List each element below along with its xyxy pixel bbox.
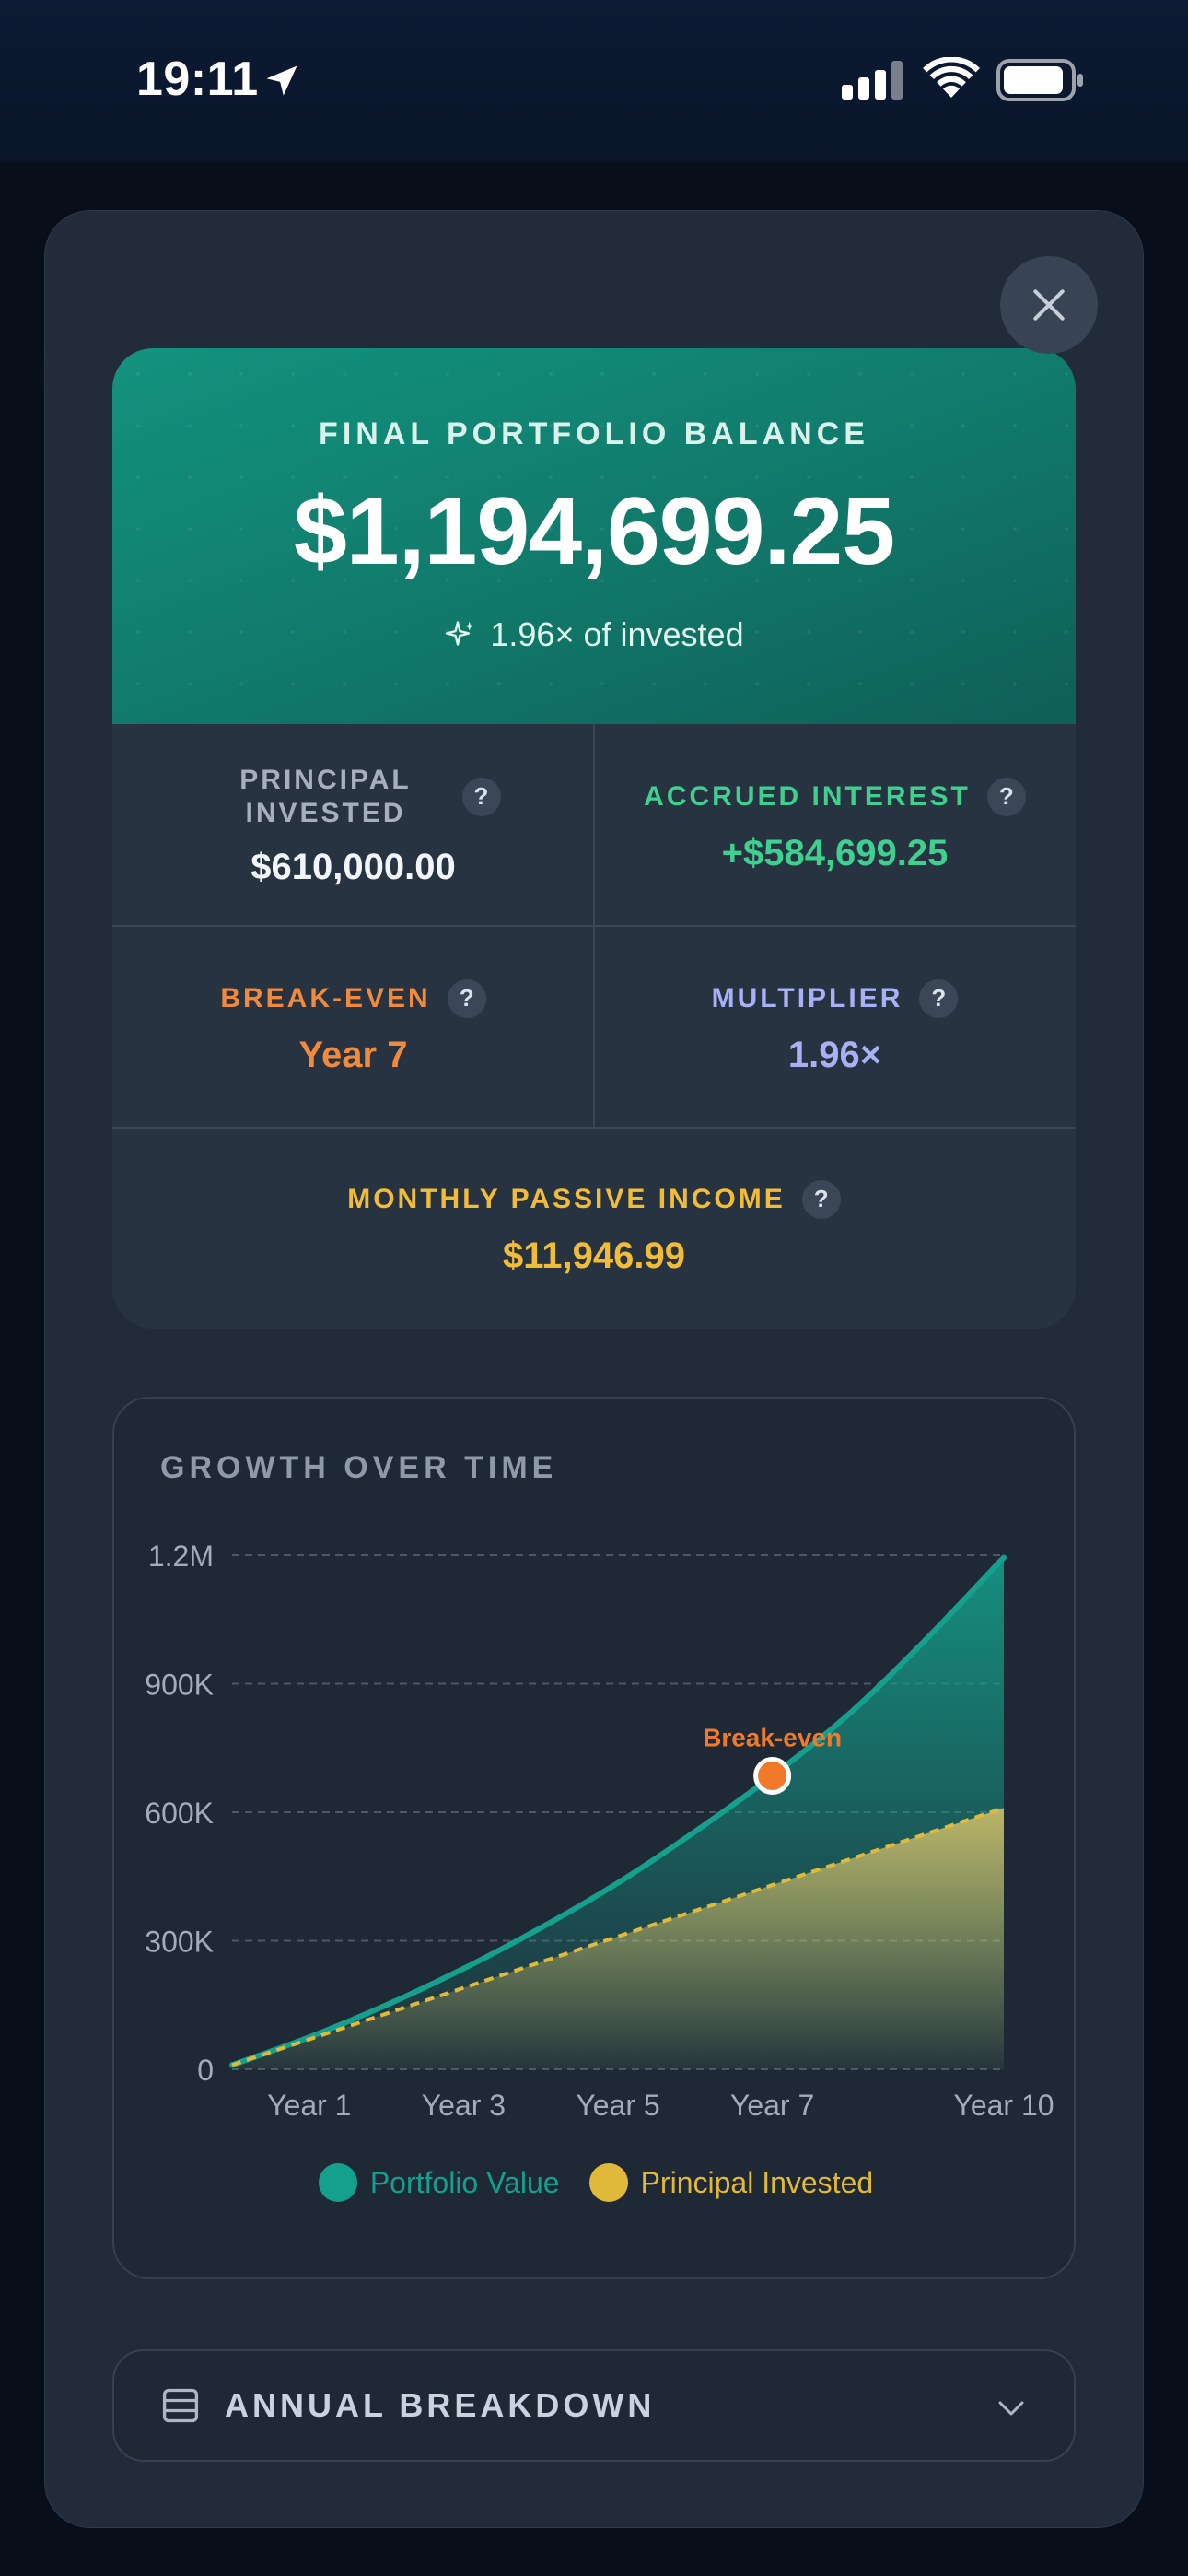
legend-swatch [318,2163,357,2202]
annual-breakdown-label: ANNUAL BREAKDOWN [225,2386,656,2424]
wifi-icon [923,57,980,98]
y-tick-label: 0 [197,2054,214,2087]
hero-subtitle: 1.96× of invested [112,615,1076,654]
interest-value: +$584,699.25 [721,832,949,873]
accrued-interest-stat: ACCRUED INTEREST ? +$584,699.25 [594,724,1076,927]
breakeven-help-icon[interactable]: ? [447,978,486,1018]
breakeven-marker [753,1756,792,1795]
y-tick-label: 300K [145,1926,214,1959]
location-arrow-icon [266,65,297,96]
breakeven-value: Year 7 [298,1034,408,1075]
chart-legend: Portfolio Value Principal Invested [114,2163,1077,2202]
sparkle-icon [446,621,475,646]
y-tick-label: 900K [145,1669,214,1702]
passive-help-icon[interactable]: ? [801,1179,841,1219]
legend-swatch [588,2163,628,2202]
growth-chart: 0 300K 600K 900K 1.2M Year 1 Year 3 Year 5 Year … [145,1540,1054,2122]
status-time: 19:11 [136,53,259,106]
x-tick-label: Year 5 [576,2089,659,2122]
principal-invested-stat: PRINCIPAL INVESTED ? $610,000.00 [112,724,594,927]
final-balance-amount: $1,194,699.25 [293,478,895,585]
breakeven-label: BREAK-EVEN [220,982,431,1013]
hero-title: FINAL PORTFOLIO BALANCE [319,416,869,451]
legend-item: Principal Invested [588,2163,874,2202]
close-icon [1033,289,1065,321]
y-tick-label: 600K [145,1797,214,1830]
legend-item: Portfolio Value [318,2163,560,2202]
status-bar: 19:11 [0,0,1188,162]
multiplier-label: MULTIPLIER [711,982,903,1013]
cellular-signal-icon [842,61,903,100]
multiplier-help-icon[interactable]: ? [919,978,959,1018]
table-icon [162,2388,199,2423]
legend-label: Principal Invested [640,2165,874,2199]
final-balance-hero: FINAL PORTFOLIO BALANCE $1,194,699.25 1.… [112,348,1076,724]
interest-help-icon[interactable]: ? [986,777,1026,816]
passive-label: MONTHLY PASSIVE INCOME [347,1183,786,1214]
y-tick-label: 1.2M [148,1540,214,1573]
chevron-down-icon [998,2401,1024,2416]
annual-breakdown-toggle[interactable]: ANNUAL BREAKDOWN [112,2349,1076,2462]
multiplier-value: 1.96× [787,1034,882,1075]
monthly-passive-income-stat: MONTHLY PASSIVE INCOME ? $11,946.99 [112,1128,1076,1329]
hero-multiplier-text: 1.96× of invested [490,615,744,653]
principal-label: PRINCIPAL INVESTED [239,764,412,828]
growth-chart-card: GROWTH OVER TIME 0 300K 600K 900K 1.2M Year 1… [112,1397,1076,2279]
multiplier-stat: MULTIPLIER ? 1.96× [594,927,1076,1128]
principal-value: $610,000.00 [250,846,456,887]
close-button[interactable] [1000,256,1098,354]
battery-icon [996,59,1083,101]
interest-label: ACCRUED INTEREST [644,780,971,812]
x-tick-label: Year 7 [730,2089,814,2122]
x-tick-label: Year 1 [267,2089,351,2122]
x-tick-label: Year 10 [953,2089,1054,2122]
breakeven-annotation-label: Break-even [703,1723,842,1751]
break-even-stat: BREAK-EVEN ? Year 7 [112,927,594,1128]
passive-value: $11,946.99 [503,1235,685,1276]
principal-help-icon[interactable]: ? [461,777,501,816]
legend-label: Portfolio Value [369,2165,560,2199]
results-card: FINAL PORTFOLIO BALANCE $1,194,699.25 1.… [112,348,1076,1329]
x-tick-label: Year 3 [422,2089,506,2122]
